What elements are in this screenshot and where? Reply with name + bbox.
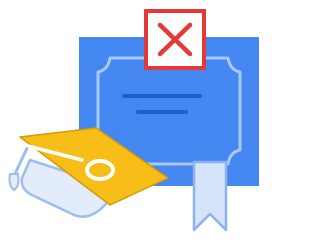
close-icon	[144, 9, 206, 70]
tassel-end	[8, 173, 20, 192]
illustration-canvas	[8, 9, 259, 232]
ribbon-icon	[192, 160, 228, 232]
certificate-rejected-illustration	[0, 0, 268, 244]
certificate-text-line	[136, 110, 188, 114]
certificate-text-line	[122, 94, 202, 98]
